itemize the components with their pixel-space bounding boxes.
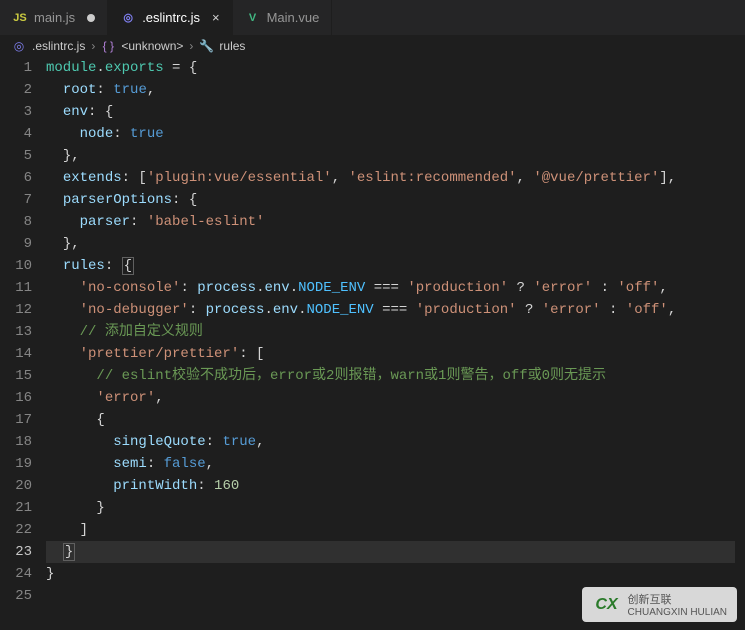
tab-label: .eslintrc.js (142, 10, 200, 25)
line-number: 13 (0, 321, 32, 343)
code-line[interactable]: } (46, 497, 735, 519)
code-line[interactable]: 'no-console': process.env.NODE_ENV === '… (46, 277, 735, 299)
tab-bar: JS main.js ◎ .eslintrc.js × V Main.vue (0, 0, 745, 35)
chevron-right-icon: › (91, 39, 95, 53)
watermark-subtext: CHUANGXIN HULIAN (628, 607, 727, 618)
code-line[interactable]: { (46, 409, 735, 431)
tab-main-vue[interactable]: V Main.vue (233, 0, 333, 35)
line-number: 9 (0, 233, 32, 255)
watermark-logo: CX (592, 594, 622, 616)
line-number: 8 (0, 211, 32, 233)
line-number: 3 (0, 101, 32, 123)
code-line[interactable]: env: { (46, 101, 735, 123)
line-number: 24 (0, 563, 32, 585)
line-number: 22 (0, 519, 32, 541)
line-number: 19 (0, 453, 32, 475)
line-number: 1 (0, 57, 32, 79)
code-line[interactable]: 'prettier/prettier': [ (46, 343, 735, 365)
code-line[interactable]: rules: { (46, 255, 735, 277)
line-number: 5 (0, 145, 32, 167)
watermark-text: 创新互联 (628, 591, 727, 607)
line-number: 7 (0, 189, 32, 211)
line-number: 10 (0, 255, 32, 277)
line-number: 12 (0, 299, 32, 321)
line-number: 17 (0, 409, 32, 431)
breadcrumb-symbol[interactable]: <unknown> (121, 39, 183, 53)
line-number: 15 (0, 365, 32, 387)
tab-label: Main.vue (267, 10, 320, 25)
code-line[interactable]: node: true (46, 123, 735, 145)
breadcrumb-file[interactable]: .eslintrc.js (32, 39, 85, 53)
line-number-gutter: 1234567891011121314151617181920212223242… (0, 57, 46, 630)
breadcrumb-rules[interactable]: rules (219, 39, 245, 53)
code-line[interactable]: // 添加自定义规则 (46, 321, 735, 343)
close-icon[interactable]: × (212, 10, 220, 25)
line-number: 4 (0, 123, 32, 145)
eslint-icon: ◎ (12, 39, 26, 53)
code-line[interactable]: parser: 'babel-eslint' (46, 211, 735, 233)
code-line[interactable]: 'error', (46, 387, 735, 409)
code-line[interactable]: semi: false, (46, 453, 735, 475)
tab-main-js[interactable]: JS main.js (0, 0, 108, 35)
code-line[interactable]: parserOptions: { (46, 189, 735, 211)
watermark: CX 创新互联 CHUANGXIN HULIAN (582, 587, 737, 622)
code-area[interactable]: module.exports = { root: true, env: { no… (46, 57, 745, 630)
code-line[interactable]: singleQuote: true, (46, 431, 735, 453)
line-number: 2 (0, 79, 32, 101)
line-number: 25 (0, 585, 32, 607)
code-line[interactable]: extends: ['plugin:vue/essential', 'eslin… (46, 167, 735, 189)
line-number: 16 (0, 387, 32, 409)
line-number: 21 (0, 497, 32, 519)
line-number: 23 (0, 541, 32, 563)
breadcrumb: ◎ .eslintrc.js › { } <unknown> › 🔧 rules (0, 35, 745, 57)
code-line[interactable]: module.exports = { (46, 57, 735, 79)
code-line[interactable]: }, (46, 233, 735, 255)
code-line[interactable]: 'no-debugger': process.env.NODE_ENV === … (46, 299, 735, 321)
js-icon: JS (12, 10, 28, 26)
modified-dot-icon (87, 14, 95, 22)
line-number: 11 (0, 277, 32, 299)
code-line[interactable]: root: true, (46, 79, 735, 101)
tab-eslintrc[interactable]: ◎ .eslintrc.js × (108, 0, 232, 35)
code-line[interactable]: ] (46, 519, 735, 541)
code-line[interactable]: printWidth: 160 (46, 475, 735, 497)
tab-label: main.js (34, 10, 75, 25)
vue-icon: V (245, 10, 261, 26)
code-line[interactable]: } (46, 563, 735, 585)
code-line[interactable]: // eslint校验不成功后，error或2则报错，warn或1则警告，off… (46, 365, 735, 387)
line-number: 20 (0, 475, 32, 497)
symbol-icon: { } (101, 39, 115, 53)
line-number: 18 (0, 431, 32, 453)
code-line[interactable]: } (46, 541, 735, 563)
chevron-right-icon: › (189, 39, 193, 53)
wrench-icon: 🔧 (199, 39, 213, 53)
editor[interactable]: 1234567891011121314151617181920212223242… (0, 57, 745, 630)
line-number: 6 (0, 167, 32, 189)
eslint-icon: ◎ (120, 10, 136, 26)
code-line[interactable]: }, (46, 145, 735, 167)
line-number: 14 (0, 343, 32, 365)
